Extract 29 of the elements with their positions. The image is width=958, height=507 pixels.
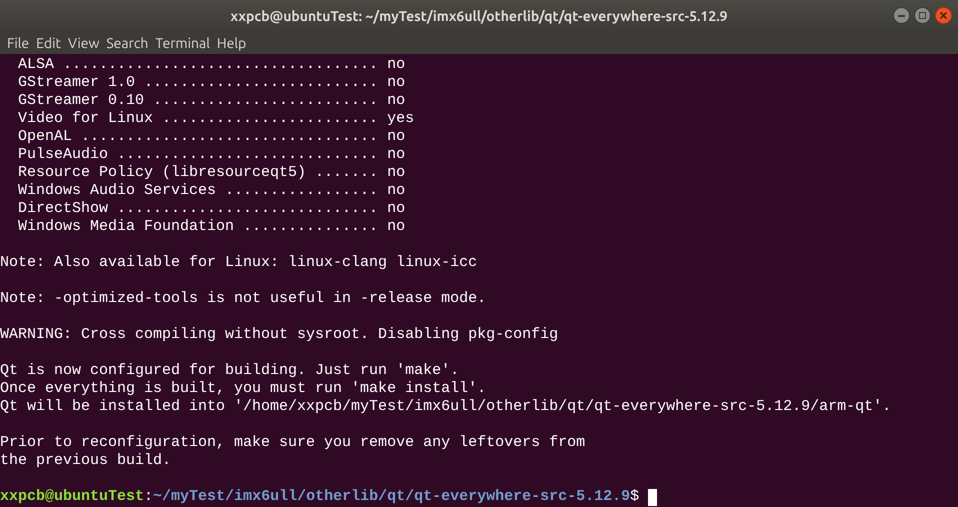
- output-line: DirectShow ............................. no: [17, 200, 406, 218]
- prompt-symbol: $: [630, 488, 640, 506]
- prompt-path: ~/myTest/imx6ull/otherlib/qt/qt-everywhere-src-5.12.9: [153, 488, 630, 506]
- output-line: Windows Media Foundation ............... no: [17, 218, 406, 236]
- output-line: Video for Linux ........................ yes: [17, 110, 414, 128]
- output-line: GStreamer 0.10 ......................... no: [17, 92, 406, 110]
- prompt-user-host: xxpcb@ubuntuTest: [0, 488, 144, 506]
- output-line: Qt will be installed into '/home/xxpcb/myTest/imx6ull/otherlib/qt/qt-everywhere-src-5.12.9/arm-qt'.: [0, 398, 892, 416]
- output-line: OpenAL ................................. no: [17, 128, 406, 146]
- menu-item[interactable]: Help: [214, 32, 250, 54]
- output-line: the previous build.: [0, 452, 172, 470]
- output-line: Note: Also available for Linux: linux-clang linux-icc: [0, 254, 478, 272]
- output-line: Note: -optimized-tools is not useful in -release mode.: [0, 290, 486, 308]
- output-line: Qt is now configured for building. Just run 'make'.: [0, 362, 460, 380]
- output-line: Windows Audio Services ................. no: [17, 182, 406, 200]
- output-line: GStreamer 1.0 .......................... no: [17, 74, 406, 92]
- output-line: Prior to reconfiguration, make sure you remove any leftovers from: [0, 434, 586, 452]
- output-line: WARNING: Cross compiling without sysroot. Disabling pkg-config: [0, 326, 558, 344]
- output-line: Once everything is built, you must run 'make install'.: [0, 380, 486, 398]
- output-line: ALSA ................................... no: [17, 56, 406, 74]
- output-line: Resource Policy (libresourceqt5) ....... no: [17, 164, 406, 182]
- menu-item[interactable]: Edit: [33, 32, 64, 54]
- menu-item[interactable]: View: [65, 32, 102, 54]
- prompt-separator: :: [144, 488, 154, 506]
- output-line: PulseAudio ............................. no: [17, 146, 406, 164]
- menu-item[interactable]: File: [4, 32, 32, 54]
- window-title: xxpcb@ubuntuTest: ~/myTest/imx6ull/otherlib/qt/qt-everywhere-src-5.12.9: [230, 6, 728, 26]
- menu-item[interactable]: Terminal: [152, 32, 213, 54]
- menu-item[interactable]: Search: [103, 32, 152, 54]
